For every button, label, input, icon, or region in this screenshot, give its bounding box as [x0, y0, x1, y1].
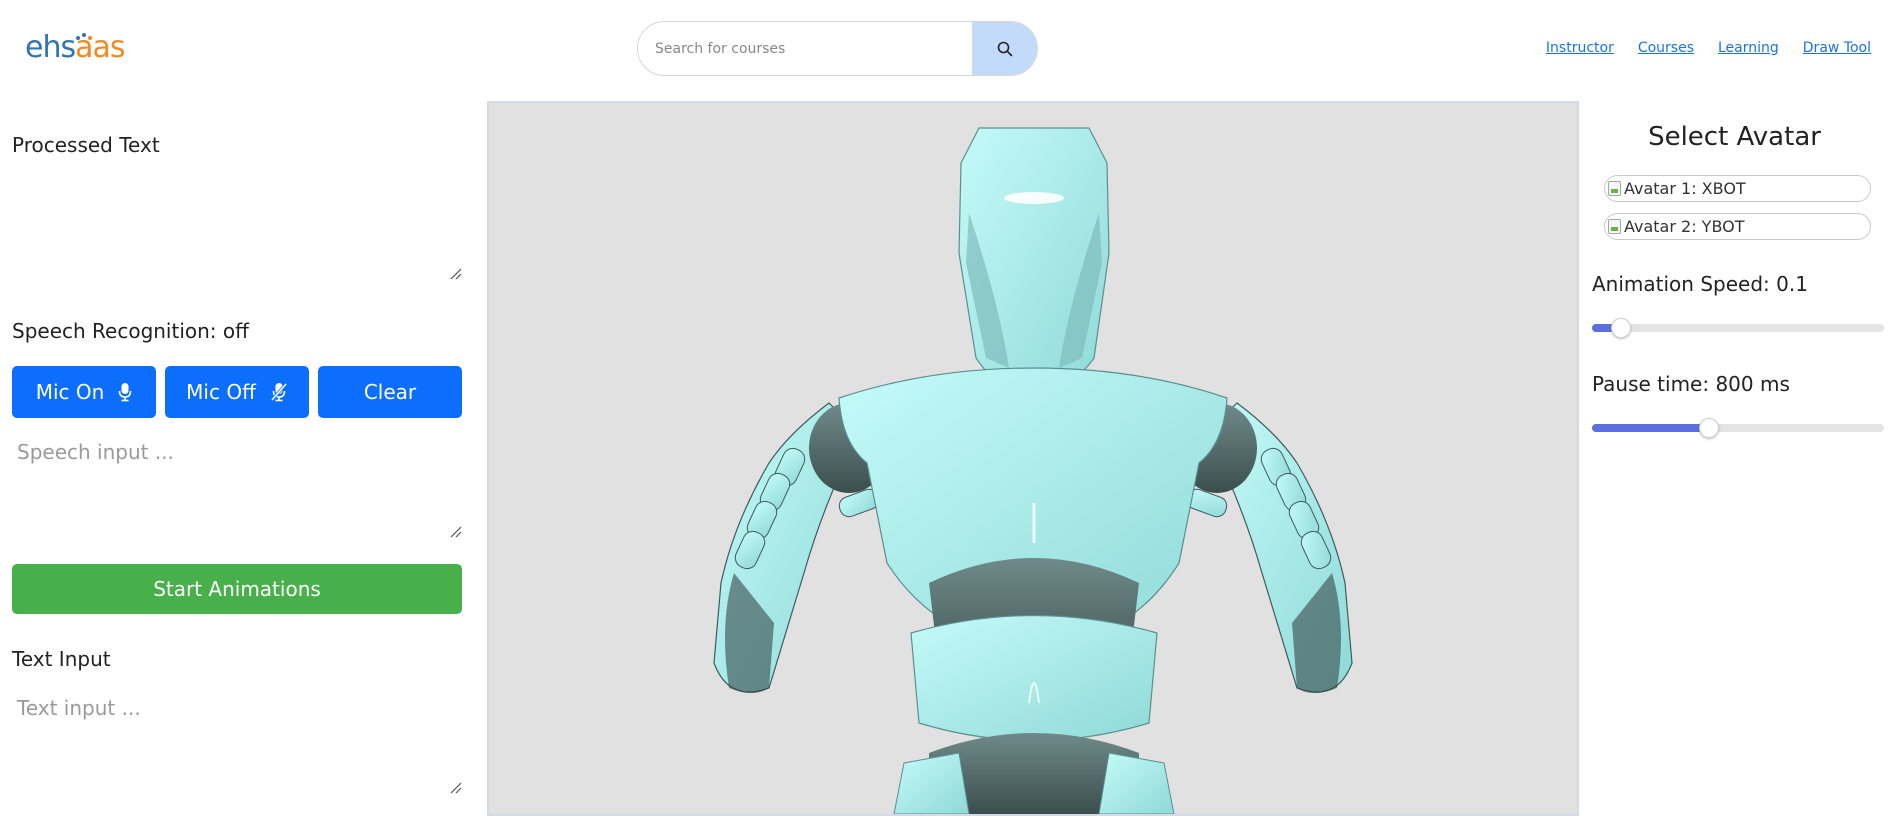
- nav-links: Instructor Courses Learning Draw Tool: [1546, 40, 1871, 56]
- nav-link-courses[interactable]: Courses: [1638, 40, 1694, 56]
- animation-speed-slider[interactable]: [1592, 318, 1884, 338]
- pause-time-label: Pause time: 800 ms: [1592, 372, 1790, 396]
- nav-link-instructor[interactable]: Instructor: [1546, 40, 1614, 56]
- speech-input[interactable]: [12, 436, 462, 536]
- resize-grip-icon[interactable]: [448, 780, 462, 794]
- robot-avatar: [713, 127, 1353, 814]
- speech-status: Speech Recognition: off: [12, 319, 249, 343]
- input-panel: Processed Text Speech Recognition: off M…: [0, 98, 480, 816]
- resize-grip-icon[interactable]: [448, 266, 462, 280]
- animation-speed-label: Animation Speed: 0.1: [1592, 272, 1808, 296]
- logo-accent-icon: [76, 33, 92, 40]
- start-animations-label: Start Animations: [153, 577, 321, 601]
- avatar-option-label: Avatar 1: XBOT: [1624, 179, 1746, 198]
- search-icon: [997, 41, 1012, 56]
- search-button[interactable]: [972, 22, 1037, 75]
- microphone-icon: [118, 383, 132, 402]
- microphone-slash-icon: [270, 383, 287, 402]
- mic-on-button[interactable]: Mic On: [12, 366, 156, 418]
- clear-button[interactable]: Clear: [318, 366, 462, 418]
- broken-image-icon: [1608, 219, 1621, 234]
- mic-on-label: Mic On: [35, 380, 105, 404]
- avatar-option-ybot[interactable]: Avatar 2: YBOT: [1604, 213, 1871, 240]
- mic-off-button[interactable]: Mic Off: [165, 366, 309, 418]
- start-animations-button[interactable]: Start Animations: [12, 564, 462, 614]
- text-input[interactable]: [12, 692, 462, 792]
- slider-thumb[interactable]: [1611, 318, 1631, 338]
- broken-image-icon: [1608, 181, 1621, 196]
- nav-link-draw-tool[interactable]: Draw Tool: [1803, 40, 1871, 56]
- processed-text-label: Processed Text: [12, 133, 160, 157]
- pause-time-slider[interactable]: [1592, 418, 1884, 438]
- slider-thumb[interactable]: [1699, 418, 1719, 438]
- search-input[interactable]: [638, 22, 974, 75]
- slider-fill: [1592, 424, 1709, 432]
- avatar-option-label: Avatar 2: YBOT: [1624, 217, 1745, 236]
- avatar-option-xbot[interactable]: Avatar 1: XBOT: [1604, 175, 1871, 202]
- resize-grip-icon[interactable]: [448, 524, 462, 538]
- processed-text-area[interactable]: [12, 168, 462, 278]
- text-input-label: Text Input: [12, 647, 111, 671]
- mic-off-label: Mic Off: [186, 380, 256, 404]
- avatar-settings-panel: Select Avatar Avatar 1: XBOT Avatar 2: Y…: [1580, 98, 1889, 816]
- clear-label: Clear: [363, 380, 417, 404]
- course-search: [637, 21, 1038, 76]
- avatar-3d-viewport[interactable]: [487, 101, 1579, 816]
- select-avatar-title: Select Avatar: [1648, 122, 1821, 152]
- nav-link-learning[interactable]: Learning: [1718, 40, 1779, 56]
- top-navbar: ehsaas Instructor Courses Learning Draw …: [0, 0, 1889, 98]
